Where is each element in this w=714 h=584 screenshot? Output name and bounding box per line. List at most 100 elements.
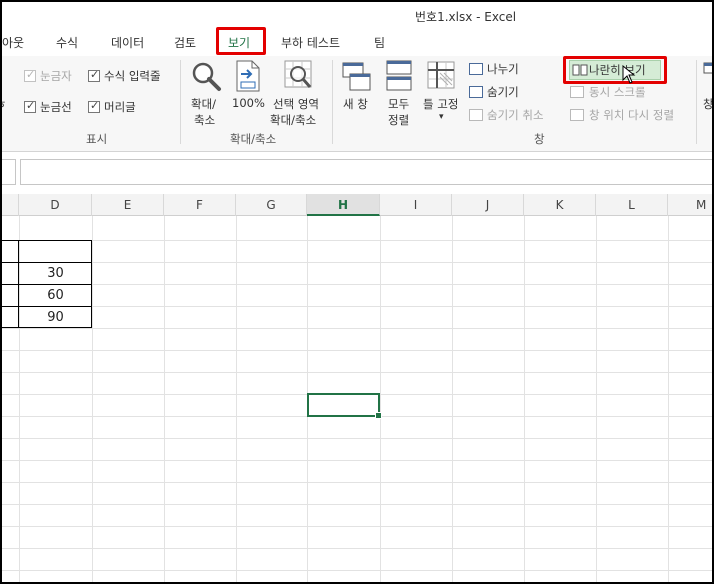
show-group-label: 표시	[86, 132, 108, 146]
headings-checkbox[interactable]	[88, 99, 100, 113]
sync-scroll-label: 동시 스크롤	[589, 85, 646, 99]
gridlines-checkbox[interactable]	[24, 99, 36, 113]
worksheet-grid[interactable]: D E F G H I J K L M 30 60 90	[2, 194, 712, 582]
gridline	[2, 548, 712, 549]
magnifier-icon	[192, 62, 221, 91]
column-header-m[interactable]: M	[668, 194, 712, 216]
gridline	[2, 482, 712, 483]
switch-windows-icon	[703, 62, 712, 74]
reset-position-icon	[570, 109, 584, 121]
cell-d-60[interactable]: 60	[19, 285, 92, 307]
headings-label: 머리글	[104, 100, 136, 114]
gridline	[2, 350, 712, 351]
tab-view-highlight	[216, 27, 266, 55]
gridline	[380, 216, 381, 582]
zoom-selection-label-2: 확대/축소	[270, 113, 317, 127]
name-box[interactable]	[2, 159, 16, 185]
gridline	[2, 504, 712, 505]
tab-data[interactable]: 데이터	[111, 33, 144, 53]
gridline	[2, 306, 712, 307]
gridline	[668, 216, 669, 582]
group-separator	[696, 60, 697, 144]
tab-load-test[interactable]: 부하 테스트	[281, 33, 340, 53]
gridline	[2, 570, 712, 571]
gridline	[524, 216, 525, 582]
column-headers: D E F G H I J K L M	[2, 194, 712, 216]
gridline	[452, 216, 453, 582]
gridline	[2, 262, 712, 263]
arrange-all-icon	[386, 60, 412, 91]
cell-d-header[interactable]	[19, 241, 92, 263]
ribbon-view: ㅎ 눈금자 수식 입력줄 눈금선 머리글 표시 확대/ 축소	[2, 56, 712, 152]
zoom-selection-label-1: 선택 영역	[273, 97, 319, 111]
column-header-g[interactable]: G	[236, 194, 307, 216]
side-by-side-highlight	[563, 56, 667, 84]
zoom-100-icon	[236, 60, 260, 92]
ruler-checkbox[interactable]	[24, 68, 36, 82]
tab-formulas[interactable]: 수식	[56, 33, 78, 53]
arrange-all-label-2: 정렬	[388, 113, 410, 127]
hide-label: 숨기기	[487, 85, 519, 99]
gridline	[2, 526, 712, 527]
ruler-label: 눈금자	[40, 69, 72, 83]
hide-icon	[469, 86, 483, 98]
unhide-label: 숨기기 취소	[487, 108, 544, 122]
unhide-icon	[469, 109, 483, 121]
sync-scroll-icon	[570, 86, 584, 98]
split-label: 나누기	[487, 62, 519, 76]
gridline	[596, 216, 597, 582]
column-header-k[interactable]: K	[524, 194, 596, 216]
tab-layout-partial[interactable]: 아웃	[2, 33, 24, 53]
excel-window: 번호1.xlsx - Excel 아웃 수식 데이터 검토 보기 부하 테스트 …	[0, 0, 714, 584]
title-bar: 번호1.xlsx - Excel	[2, 2, 712, 30]
clipped-control: ㅎ	[2, 96, 7, 112]
mouse-cursor-icon	[622, 65, 636, 84]
formula-bar-checkbox[interactable]	[88, 68, 100, 82]
gridline	[2, 372, 712, 373]
zoom-group-label: 확대/축소	[230, 132, 277, 146]
formula-input[interactable]	[20, 159, 712, 185]
gridline	[92, 216, 93, 582]
split-icon	[469, 63, 483, 75]
ribbon-tabs: 아웃 수식 데이터 검토 보기 부하 테스트 팀	[2, 27, 712, 56]
cell-d-90[interactable]: 90	[19, 307, 92, 329]
new-window-label: 새 창	[343, 97, 368, 111]
gridline	[2, 240, 712, 241]
column-header-d[interactable]: D	[19, 194, 92, 216]
gridlines-label: 눈금선	[40, 100, 72, 114]
group-separator	[180, 60, 181, 144]
arrange-all-label-1: 모두	[388, 97, 410, 111]
freeze-panes-label: 틀 고정	[423, 97, 459, 111]
column-header-j[interactable]: J	[452, 194, 524, 216]
column-header-partial[interactable]	[2, 194, 19, 216]
reset-position-label: 창 위치 다시 정렬	[589, 108, 675, 122]
gridline	[236, 216, 237, 582]
formula-bar-area	[2, 152, 712, 192]
column-header-f[interactable]: F	[164, 194, 236, 216]
gridline	[2, 328, 712, 329]
column-header-i[interactable]: I	[380, 194, 452, 216]
zoom-label-2: 축소	[194, 113, 216, 127]
tab-team[interactable]: 팀	[374, 33, 385, 53]
gridline	[2, 438, 712, 439]
switch-windows-label: 창	[703, 97, 714, 111]
zoom-selection-icon	[284, 60, 312, 88]
tab-review[interactable]: 검토	[174, 33, 196, 53]
group-separator	[332, 60, 333, 144]
window-title: 번호1.xlsx - Excel	[415, 10, 517, 24]
freeze-panes-dropdown-icon: ▾	[439, 112, 444, 122]
column-header-l[interactable]: L	[596, 194, 668, 216]
new-window-icon	[342, 62, 371, 91]
gridline	[164, 216, 165, 582]
cell-d-30[interactable]: 30	[19, 263, 92, 285]
active-cell-selection[interactable]	[307, 393, 382, 419]
column-header-h[interactable]: H	[307, 194, 380, 216]
freeze-panes-icon	[427, 61, 455, 89]
window-group-label: 창	[534, 132, 545, 146]
gridline	[2, 460, 712, 461]
formula-bar-label: 수식 입력줄	[104, 69, 161, 83]
column-header-e[interactable]: E	[92, 194, 164, 216]
zoom-100-label: 100%	[232, 96, 265, 110]
zoom-label-1: 확대/	[191, 97, 217, 111]
gridline	[2, 284, 712, 285]
